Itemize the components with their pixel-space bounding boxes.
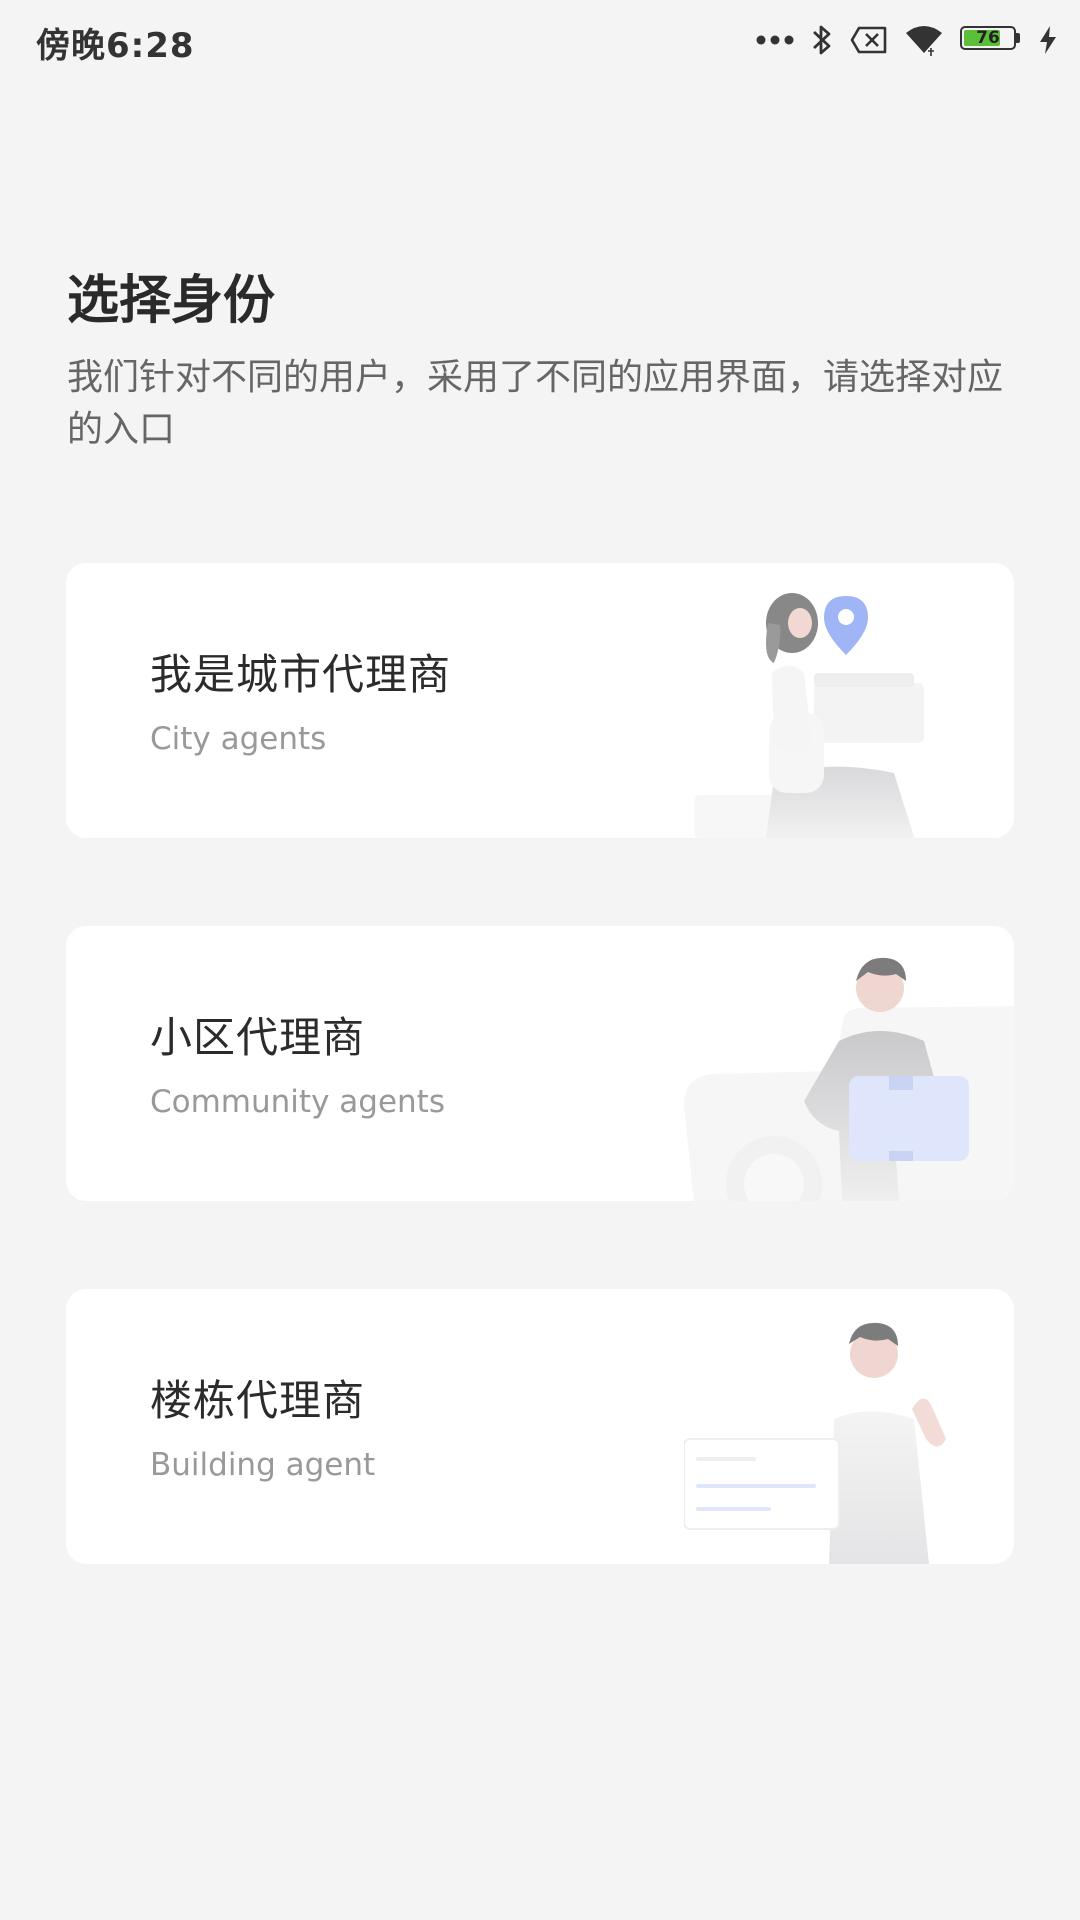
card-subtitle: Building agent [150,1447,376,1483]
card-title: 小区代理商 [150,1013,366,1062]
page-title: 选择身份 [67,271,276,331]
card-subtitle: Community agents [150,1084,445,1120]
battery-level: 76 [976,28,1000,48]
status-icons: 76 [756,20,1058,60]
building-agent-card[interactable]: 楼栋代理商 Building agent [66,1289,1014,1564]
card-title: 我是城市代理商 [150,650,452,699]
card-subtitle: City agents [150,721,327,757]
woman-with-location-pin-illustration [694,593,924,838]
charging-icon [1038,25,1058,55]
status-time: 傍晚6:28 [36,26,195,66]
bluetooth-icon [810,23,834,57]
delivery-man-with-box-illustration [684,957,1014,1201]
page-subtitle: 我们针对不同的用户，采用了不同的应用界面，请选择对应的入口 [67,357,1004,450]
community-agent-card[interactable]: 小区代理商 Community agents [66,926,1014,1201]
city-agent-card[interactable]: 我是城市代理商 City agents [66,563,1014,838]
card-title: 楼栋代理商 [150,1376,366,1425]
status-bar: 傍晚6:28 76 [0,0,1080,78]
wifi-icon [904,23,944,57]
more-dots-icon [756,34,794,46]
man-with-document-illustration [684,1322,946,1564]
battery-icon: 76 [960,26,1022,54]
sim-off-icon [850,26,888,54]
